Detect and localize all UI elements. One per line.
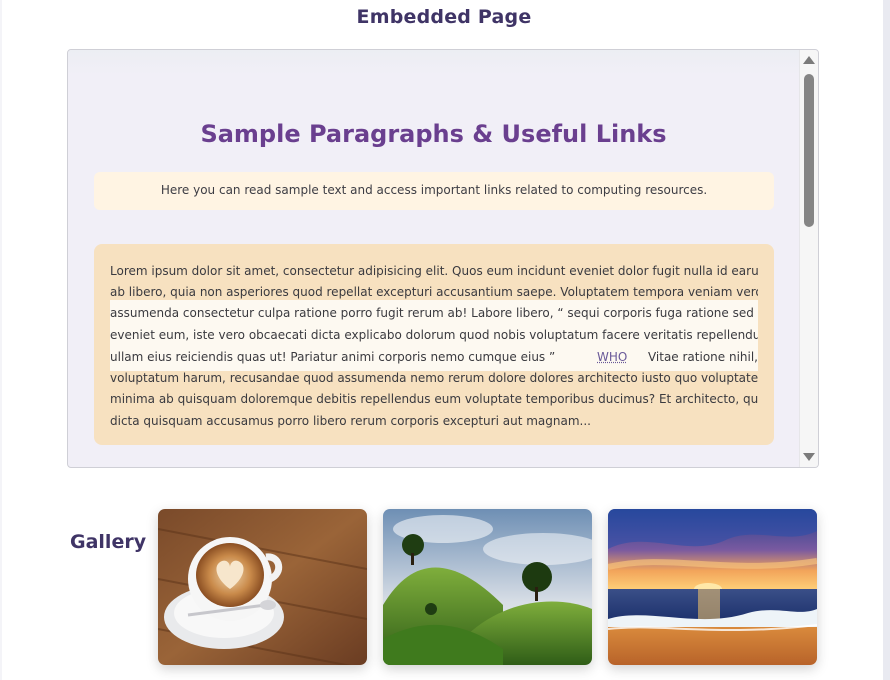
embedded-iframe[interactable]: Sample Paragraphs & Useful Links Here yo…	[67, 49, 819, 468]
paragraph-line-6: voluptatum harum, recusandae quod assume…	[110, 371, 758, 385]
paragraph-line-8: dicta quisquam accusamus porro libero re…	[110, 414, 591, 428]
paragraph-line-2: ab libero, quia non asperiores quod repe…	[110, 285, 758, 299]
gallery-image-hills[interactable]	[383, 509, 592, 665]
window-edge	[883, 0, 890, 680]
paragraph-box: Lorem ipsum dolor sit amet, consectetur …	[94, 244, 774, 445]
embedded-title: Sample Paragraphs & Useful Links	[200, 120, 667, 148]
ocean-sunset-image	[608, 509, 817, 665]
paragraph-line-5-tail: Vitae ratione nihil,	[647, 350, 758, 364]
who-link[interactable]: WHO	[597, 350, 637, 364]
scroll-down-arrow-icon[interactable]	[803, 453, 815, 461]
green-hills-trees-image	[383, 509, 592, 665]
page: Embedded Page Sample Paragraphs & Useful…	[0, 0, 890, 680]
iframe-scrollbar[interactable]	[799, 50, 818, 467]
paragraph-line-7: minima ab quisquam doloremque debitis re…	[110, 392, 758, 406]
embedded-page-heading: Embedded Page	[356, 6, 532, 28]
gallery-heading: Gallery	[70, 531, 147, 553]
coffee-latte-art-image	[158, 509, 367, 665]
intro-box: Here you can read sample text and access…	[94, 172, 774, 210]
scrollbar-thumb[interactable]	[804, 74, 814, 227]
paragraph-line-3: assumenda consectetur culpa ratione porr…	[110, 306, 754, 320]
paragraph-line-4: eveniet eum, iste vero obcaecati dicta e…	[110, 328, 758, 342]
gallery-image-coffee[interactable]	[158, 509, 367, 665]
paragraph-line-5: ullam eius reiciendis quas ut! Pariatur …	[110, 350, 556, 364]
iframe-top-strip	[68, 50, 799, 75]
intro-text: Here you can read sample text and access…	[160, 183, 708, 197]
paragraph-line-1: Lorem ipsum dolor sit amet, consectetur …	[110, 264, 758, 278]
scroll-up-arrow-icon[interactable]	[803, 56, 815, 64]
gallery-image-sunset[interactable]	[608, 509, 817, 665]
